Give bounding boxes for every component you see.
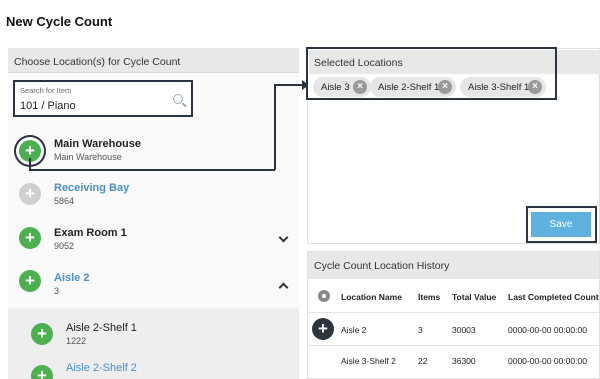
page-title: New Cycle Count — [6, 14, 113, 29]
location-item-exam-room-1[interactable]: + Exam Room 1 9052 — [8, 222, 299, 266]
location-item-receiving-bay[interactable]: + Receiving Bay 5864 — [8, 176, 299, 220]
connector-line — [274, 84, 276, 170]
search-value[interactable]: 101 / Piano — [20, 100, 76, 112]
plus-icon[interactable]: + — [31, 323, 53, 345]
gear-icon[interactable] — [318, 290, 330, 302]
divider — [308, 312, 599, 313]
plus-icon[interactable]: + — [31, 365, 53, 379]
table-cell: 0000-00-00 00:00:00 — [508, 325, 587, 335]
location-sub: 1222 — [66, 336, 87, 346]
cycle-count-history-panel: Cycle Count Location History Location Na… — [307, 251, 600, 379]
table-cell: 3 — [418, 325, 423, 335]
location-name: Exam Room 1 — [54, 227, 127, 239]
sub-location-item[interactable]: + Aisle 2-Shelf 2 — [8, 356, 299, 379]
divider — [308, 345, 599, 346]
save-button[interactable]: Save — [531, 212, 591, 237]
location-name[interactable]: Aisle 2-Shelf 2 — [66, 362, 137, 374]
table-cell: 30003 — [452, 325, 476, 335]
location-sub: 3 — [54, 286, 60, 296]
location-sub: 9052 — [54, 241, 75, 251]
location-item-aisle-2[interactable]: + Aisle 2 3 — [8, 268, 299, 312]
history-header: Cycle Count Location History — [308, 252, 599, 279]
column-header: Location Name — [341, 292, 402, 302]
connector-line — [274, 84, 304, 86]
location-name: Aisle 2-Shelf 1 — [66, 322, 137, 334]
plus-icon: + — [19, 183, 41, 205]
location-name[interactable]: Receiving Bay — [54, 182, 129, 194]
table-cell: 22 — [418, 356, 428, 366]
column-header: Last Completed Count — [508, 292, 599, 302]
search-icon[interactable] — [173, 94, 183, 104]
column-header: Items — [418, 292, 441, 302]
column-header: Total Value — [452, 292, 497, 302]
plus-icon[interactable]: + — [312, 318, 334, 340]
search-input[interactable]: Search for Item 101 / Piano — [13, 80, 193, 117]
location-sub: 5864 — [54, 196, 75, 206]
location-sub: Main Warehouse — [54, 152, 122, 162]
connector-line — [29, 169, 275, 171]
location-item-main-warehouse[interactable]: + Main Warehouse Main Warehouse — [8, 130, 299, 174]
plus-icon[interactable]: + — [19, 227, 41, 249]
table-cell: Aisle 2 — [341, 325, 367, 335]
location-name[interactable]: Aisle 2 — [54, 272, 89, 284]
plus-icon[interactable]: + — [19, 270, 41, 292]
chooser-header: Choose Location(s) for Cycle Count — [8, 48, 299, 73]
location-chooser-panel: Choose Location(s) for Cycle Count Searc… — [8, 48, 299, 379]
table-cell: 0000-00-00 00:00:00 — [508, 356, 587, 366]
table-cell: 36300 — [452, 356, 476, 366]
location-name: Main Warehouse — [54, 138, 141, 150]
sub-location-item[interactable]: + Aisle 2-Shelf 1 1222 — [8, 314, 299, 350]
chevron-up-icon[interactable] — [278, 282, 289, 293]
sub-location-list: + Aisle 2-Shelf 1 1222 + Aisle 2-Shelf 2 — [8, 308, 299, 379]
chevron-down-icon[interactable] — [278, 232, 289, 243]
search-label: Search for Item — [20, 86, 72, 95]
selected-highlight-box — [306, 47, 557, 100]
table-cell: Aisle 3-Shelf 2 — [341, 356, 396, 366]
